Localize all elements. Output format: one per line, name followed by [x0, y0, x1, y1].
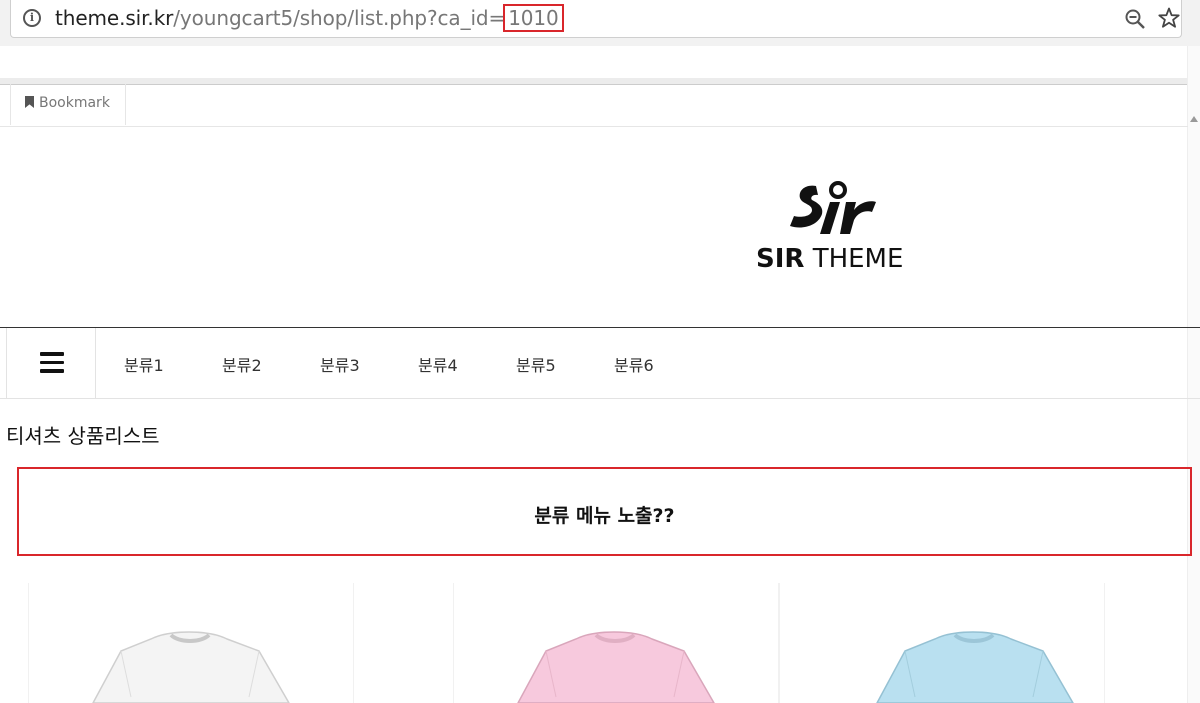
- category-nav: 분류1 분류2 분류3 분류4 분류5 분류6: [0, 327, 1200, 399]
- hamburger-icon: [40, 352, 64, 373]
- bookmark-icon: [25, 96, 34, 108]
- star-icon[interactable]: [1157, 6, 1181, 30]
- logo-text-light: THEME: [812, 244, 904, 274]
- notice-box: 분류 메뉴 노출??: [17, 467, 1192, 556]
- logo-text: SIR THEME: [756, 244, 903, 274]
- nav-item-category-3[interactable]: 분류3: [320, 352, 360, 376]
- bookmark-button[interactable]: Bookmark: [10, 84, 126, 125]
- zoom-icon[interactable]: [1124, 8, 1146, 30]
- bookmark-label: Bookmark: [39, 95, 110, 111]
- info-icon[interactable]: i: [23, 9, 41, 27]
- bookmark-bar: Bookmark: [0, 84, 1188, 127]
- tshirt-blue-icon: [876, 631, 1074, 703]
- site-logo[interactable]: SIR THEME: [756, 180, 908, 280]
- nav-item-category-5[interactable]: 분류5: [516, 352, 556, 376]
- menu-button[interactable]: [6, 328, 96, 399]
- page-title: 티셔츠 상품리스트: [6, 424, 160, 448]
- scroll-up-arrow-icon[interactable]: [1190, 116, 1198, 122]
- tshirt-pink-icon: [517, 631, 715, 703]
- nav-item-category-4[interactable]: 분류4: [418, 352, 458, 376]
- nav-item-category-2[interactable]: 분류2: [222, 352, 262, 376]
- url-path: /youngcart5/shop/list.php?ca_id=: [173, 6, 506, 30]
- extension-strip: [0, 46, 1200, 81]
- url-highlight: 1010: [503, 4, 564, 32]
- nav-item-category-1[interactable]: 분류1: [124, 352, 164, 376]
- product-card[interactable]: [453, 583, 779, 703]
- product-card[interactable]: [28, 583, 354, 703]
- url-text[interactable]: theme.sir.kr/youngcart5/shop/list.php?ca…: [55, 4, 564, 32]
- logo-text-bold: SIR: [756, 244, 805, 274]
- browser-toolbar: i theme.sir.kr/youngcart5/shop/list.php?…: [0, 0, 1200, 46]
- sir-logo-mark-icon: [790, 181, 876, 234]
- tshirt-white-icon: [92, 631, 290, 703]
- product-card[interactable]: [779, 583, 1105, 703]
- notice-text: 분류 메뉴 노출??: [534, 505, 675, 527]
- url-host: theme.sir.kr: [55, 6, 174, 30]
- address-bar[interactable]: i theme.sir.kr/youngcart5/shop/list.php?…: [10, 0, 1182, 38]
- nav-item-category-6[interactable]: 분류6: [614, 352, 654, 376]
